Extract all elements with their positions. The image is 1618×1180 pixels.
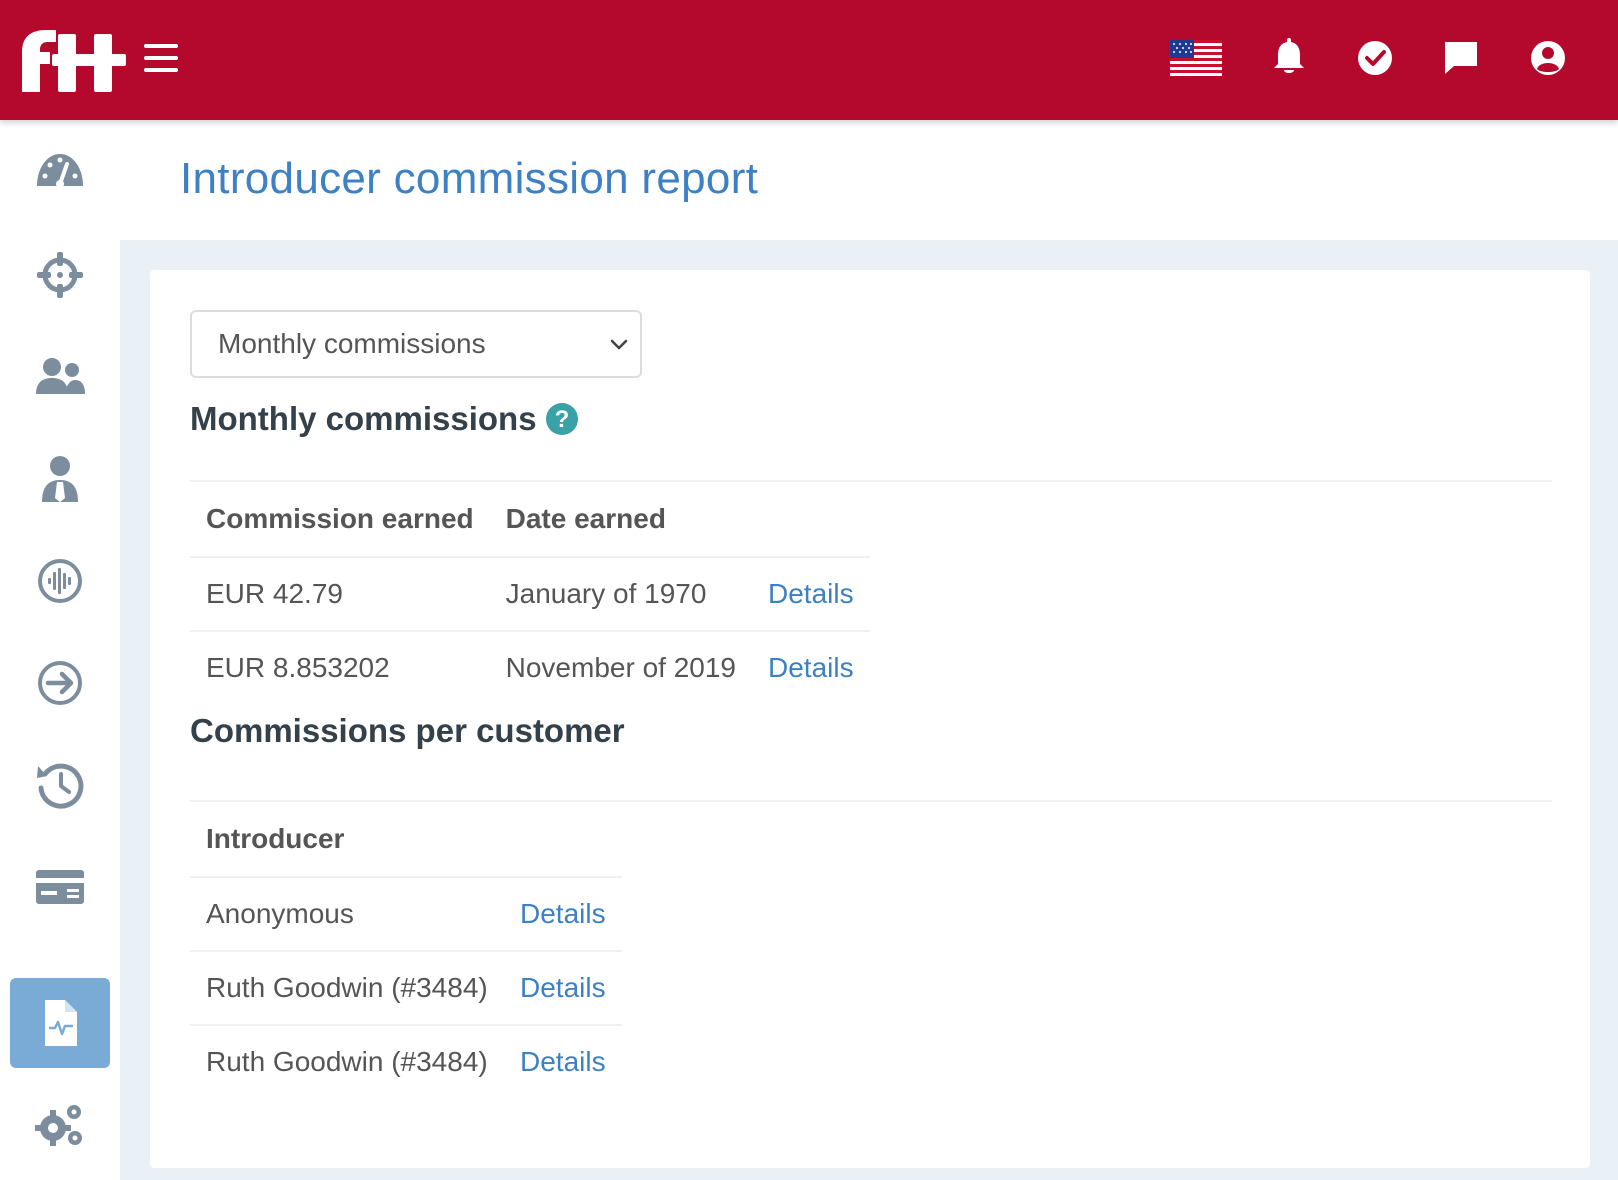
- introducer-name: Ruth Goodwin (#3484): [190, 1024, 504, 1098]
- page-title: Introducer commission report: [180, 154, 759, 203]
- report-type-select[interactable]: Monthly commissions: [190, 310, 642, 378]
- table-header-row: Introducer: [190, 802, 622, 877]
- bell-icon[interactable]: [1268, 36, 1310, 80]
- file-report-icon: [45, 1000, 77, 1046]
- report-card: Monthly commissions Monthly commissions …: [150, 270, 1590, 1168]
- table-header-row: Commission earned Date earned: [190, 482, 870, 557]
- users-icon: [36, 358, 85, 394]
- sidebar-item-settings[interactable]: [10, 1080, 110, 1170]
- column-header-date-earned: Date earned: [505, 503, 666, 534]
- arrow-right-circle-icon: [38, 661, 82, 705]
- fh-logo[interactable]: [18, 28, 130, 94]
- page-header: Introducer commission report: [120, 120, 1618, 240]
- column-header-actions: [504, 802, 622, 877]
- table-row: EUR 8.853202 November of 2019 Details: [190, 630, 870, 704]
- waveform-circle-icon: [38, 559, 82, 603]
- hamburger-menu-icon[interactable]: [142, 40, 180, 76]
- table-row: EUR 42.79 January of 1970 Details: [190, 556, 870, 631]
- commission-date: January of 1970: [489, 556, 752, 631]
- commission-amount: EUR 42.79: [190, 556, 490, 631]
- column-header-commission-earned: Commission earned: [206, 503, 474, 534]
- table-row: Ruth Goodwin (#3484) Details: [190, 1024, 622, 1098]
- details-link[interactable]: Details: [768, 578, 854, 609]
- table-row: Anonymous Details: [190, 876, 622, 951]
- commission-date: November of 2019: [489, 630, 752, 704]
- details-link[interactable]: Details: [768, 652, 854, 683]
- sidebar-item-customers[interactable]: [10, 332, 110, 422]
- credit-card-icon: [36, 870, 84, 904]
- monthly-commissions-table: Commission earned Date earned EUR 42.79 …: [190, 482, 870, 704]
- user-tie-icon: [42, 456, 78, 502]
- sidebar-item-reports[interactable]: [10, 978, 110, 1068]
- sidebar-item-targets[interactable]: [10, 230, 110, 320]
- commissions-per-customer-heading: Commissions per customer: [190, 712, 625, 750]
- top-navbar: [0, 0, 1618, 120]
- column-header-introducer: Introducer: [206, 823, 345, 854]
- commissions-per-customer-table: Introducer Anonymous Details Ruth Goodwi…: [190, 802, 622, 1098]
- commissions-per-customer-title: Commissions per customer: [190, 712, 625, 749]
- dashboard-gauge-icon: [37, 154, 83, 188]
- sidebar-item-activity[interactable]: [10, 536, 110, 626]
- report-type-selected-value: Monthly commissions: [218, 328, 486, 359]
- sidebar-item-dashboard[interactable]: [10, 128, 110, 218]
- sidebar-item-transfers[interactable]: [10, 638, 110, 728]
- gears-icon: [35, 1105, 82, 1146]
- commission-amount: EUR 8.853202: [190, 630, 490, 704]
- sidebar-item-payments[interactable]: [10, 842, 110, 932]
- monthly-commissions-heading: Monthly commissions ?: [190, 400, 579, 438]
- monthly-commissions-title: Monthly commissions: [190, 400, 537, 437]
- svg-text:?: ?: [554, 406, 569, 433]
- user-circle-icon[interactable]: [1527, 36, 1569, 80]
- sidebar-item-history[interactable]: [10, 740, 110, 830]
- details-link[interactable]: Details: [520, 972, 606, 1003]
- table-row: Ruth Goodwin (#3484) Details: [190, 950, 622, 1025]
- chevron-down-icon: [610, 339, 628, 350]
- check-circle-icon[interactable]: [1354, 36, 1396, 80]
- introducer-name: Ruth Goodwin (#3484): [190, 950, 504, 1025]
- introducer-name: Anonymous: [190, 876, 504, 951]
- details-link[interactable]: Details: [520, 1046, 606, 1077]
- column-header-actions: [752, 482, 870, 557]
- sidebar: [0, 120, 120, 1180]
- question-circle-icon[interactable]: ?: [545, 402, 579, 436]
- history-icon: [37, 763, 84, 809]
- us-flag-icon[interactable]: [1170, 36, 1222, 80]
- chat-icon[interactable]: [1440, 36, 1482, 80]
- details-link[interactable]: Details: [520, 898, 606, 929]
- crosshair-icon: [37, 252, 83, 298]
- sidebar-item-introducers[interactable]: [10, 434, 110, 524]
